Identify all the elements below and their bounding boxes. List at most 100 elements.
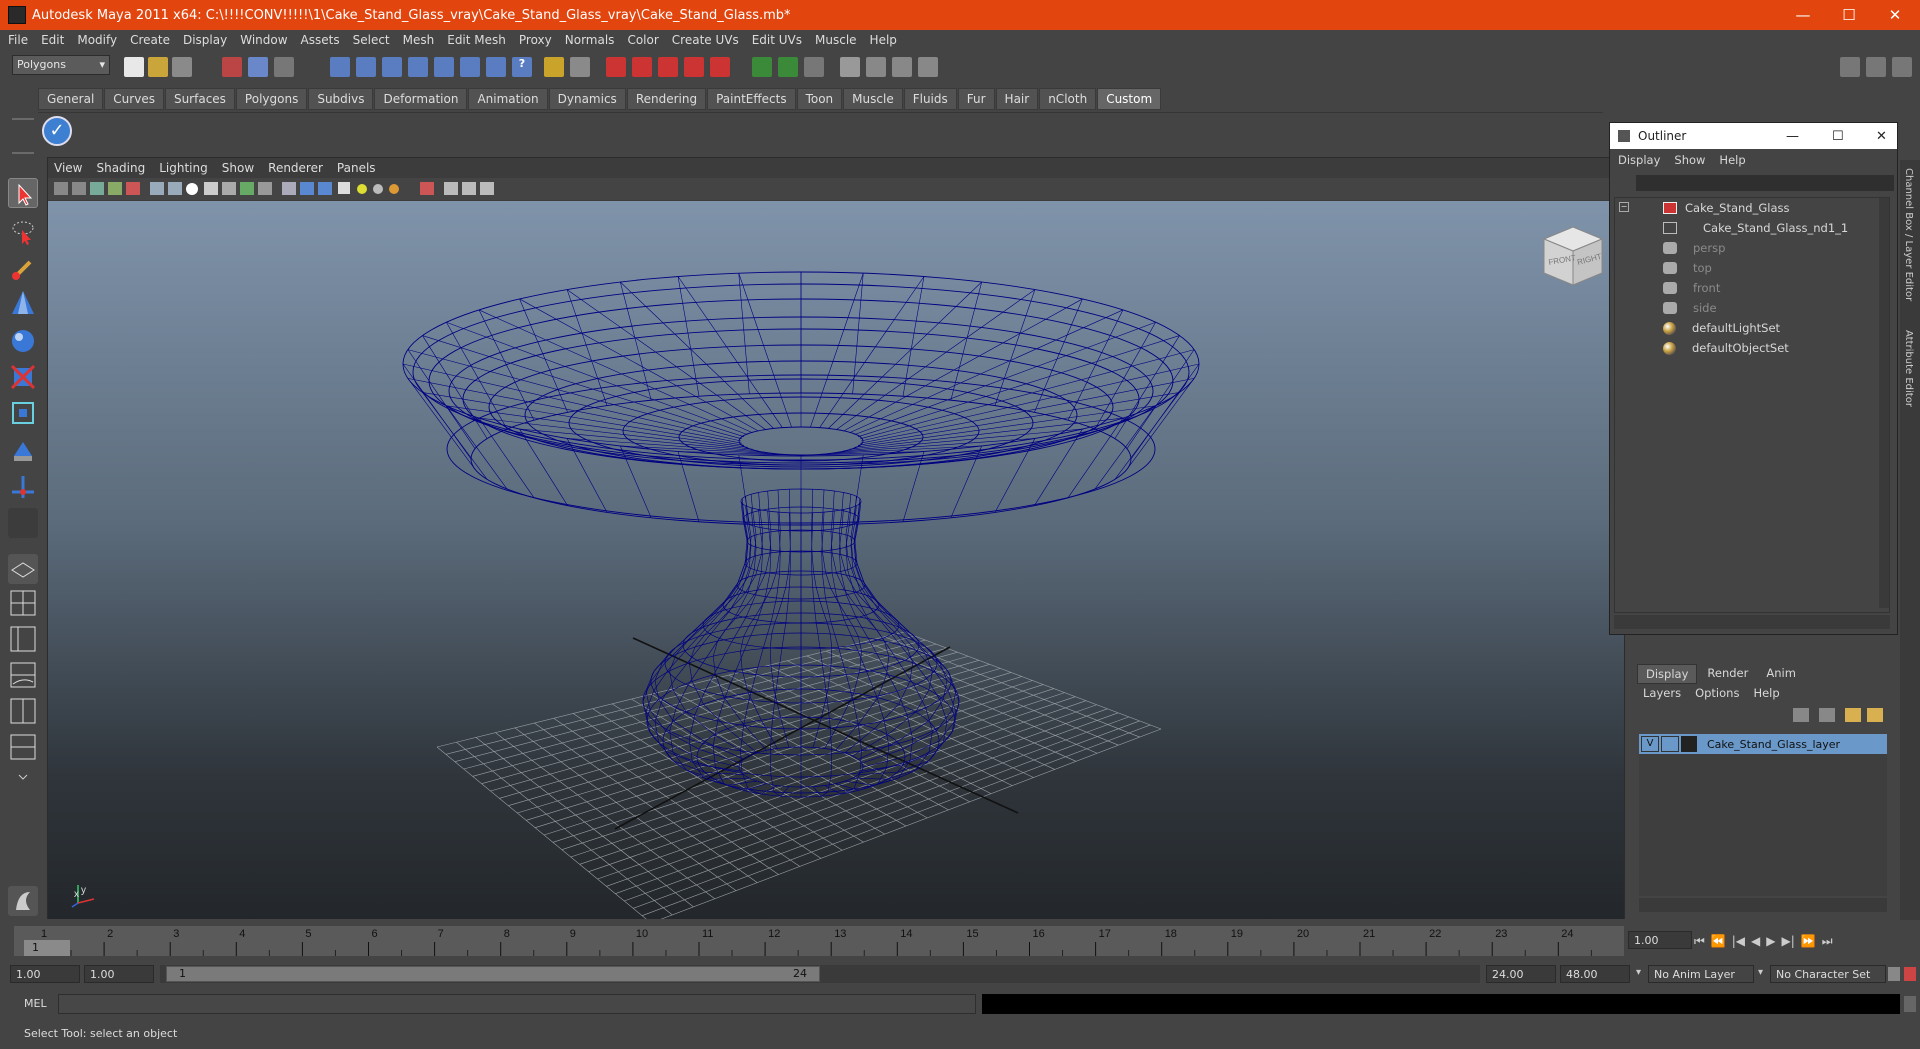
- textured-icon[interactable]: [222, 182, 236, 195]
- panel-menu-panels[interactable]: Panels: [337, 161, 376, 175]
- make-live-icon[interactable]: [434, 57, 454, 77]
- shelf-tab-painteffects[interactable]: PaintEffects: [707, 88, 796, 110]
- minimize-button[interactable]: —: [1780, 0, 1826, 30]
- grease-pencil-icon[interactable]: [126, 182, 140, 195]
- menu-file[interactable]: File: [8, 33, 28, 47]
- menu-edit-mesh[interactable]: Edit Mesh: [447, 33, 506, 47]
- menu-modify[interactable]: Modify: [77, 33, 117, 47]
- shelf-tab-polygons[interactable]: Polygons: [235, 88, 308, 110]
- select-tool-icon[interactable]: [8, 178, 38, 208]
- panel-menu-renderer[interactable]: Renderer: [268, 161, 323, 175]
- rendering-icon[interactable]: [710, 57, 730, 77]
- gate-mask-icon[interactable]: [462, 182, 476, 195]
- shelf-tab-ncloth[interactable]: nCloth: [1039, 88, 1097, 110]
- show-manipulator-icon[interactable]: [8, 472, 38, 502]
- menu-proxy[interactable]: Proxy: [519, 33, 552, 47]
- layer-tab-render[interactable]: Render: [1697, 664, 1758, 684]
- smooth-shading-icon[interactable]: [168, 182, 182, 195]
- shelf-menu-handle[interactable]: [12, 118, 34, 154]
- menu-muscle[interactable]: Muscle: [815, 33, 857, 47]
- shelf-tab-rendering[interactable]: Rendering: [626, 88, 707, 110]
- layer-tab-display[interactable]: Display: [1637, 664, 1698, 684]
- ik-handle-icon[interactable]: [606, 57, 626, 77]
- time-slider[interactable]: 1 2 3 4 5 6 7 8 9 10 11 12 13 14 15 16 17 18 19 20 21 22 23 24 …: [14, 926, 1624, 956]
- layer-menu-layers[interactable]: Layers: [1643, 686, 1681, 700]
- menu-color[interactable]: Color: [627, 33, 658, 47]
- show-channel-box-icon[interactable]: [1892, 57, 1912, 77]
- hypershade-layout-icon[interactable]: [8, 696, 38, 726]
- wireframe-shading-icon[interactable]: [150, 182, 164, 195]
- clapper-icon[interactable]: [892, 57, 912, 77]
- layer-tab-anim[interactable]: Anim: [1758, 664, 1804, 684]
- menu-edit-uvs[interactable]: Edit UVs: [752, 33, 802, 47]
- script-editor-icon[interactable]: [1904, 996, 1916, 1012]
- command-input[interactable]: [58, 994, 976, 1014]
- layer-menu-options[interactable]: Options: [1695, 686, 1739, 700]
- ipr-render-icon[interactable]: [804, 57, 824, 77]
- shelf-tab-dynamics[interactable]: Dynamics: [548, 88, 626, 110]
- playback-end-field[interactable]: 24.00: [1486, 965, 1556, 983]
- outliner-item-front[interactable]: front: [1663, 278, 1720, 298]
- lasso-tool-icon[interactable]: [8, 216, 38, 246]
- image-plane-icon[interactable]: [90, 182, 104, 195]
- outliner-filter-field[interactable]: [1636, 175, 1894, 191]
- grey-light-icon[interactable]: [373, 184, 383, 194]
- current-time-field[interactable]: 1.00: [1628, 931, 1692, 949]
- quick-layout-icon[interactable]: [8, 886, 38, 916]
- character-set-dropdown[interactable]: No Character Set: [1770, 965, 1886, 983]
- layer-horizontal-scrollbar[interactable]: [1639, 898, 1887, 912]
- shelf-tab-fluids[interactable]: Fluids: [903, 88, 957, 110]
- snap-view-plane-icon[interactable]: [408, 57, 428, 77]
- shelf-tab-curves[interactable]: Curves: [104, 88, 164, 110]
- attribute-editor-side-tab[interactable]: Attribute Editor: [1903, 330, 1914, 407]
- camera-bookmark-icon[interactable]: [72, 182, 86, 195]
- snap-curve-icon[interactable]: [356, 57, 376, 77]
- select-hierarchy-icon[interactable]: [222, 57, 242, 77]
- move-tool-icon[interactable]: [8, 288, 38, 318]
- camera-settings-icon[interactable]: [918, 57, 938, 77]
- select-component-icon[interactable]: [274, 57, 294, 77]
- chevron-down-icon[interactable]: ▾: [1636, 967, 1641, 978]
- select-object-icon[interactable]: [248, 57, 268, 77]
- new-layer-icon[interactable]: [1845, 708, 1861, 722]
- shadows-icon[interactable]: [258, 182, 272, 195]
- more-layouts-chevron-icon[interactable]: [8, 768, 38, 786]
- paint-select-tool-icon[interactable]: [8, 254, 38, 284]
- play-forwards-icon[interactable]: ▶: [1766, 934, 1775, 948]
- backface-culling-icon[interactable]: [318, 182, 332, 195]
- outliner-menu-show[interactable]: Show: [1674, 153, 1705, 167]
- play-backwards-icon[interactable]: ◀: [1751, 934, 1760, 948]
- soft-modification-icon[interactable]: [8, 436, 38, 466]
- rotate-tool-icon[interactable]: [8, 326, 38, 356]
- outliner-item-side[interactable]: side: [1663, 298, 1717, 318]
- menu-display[interactable]: Display: [183, 33, 227, 47]
- menu-normals[interactable]: Normals: [565, 33, 615, 47]
- collapse-toggle-icon[interactable]: −: [1619, 202, 1629, 212]
- use-all-lights-icon[interactable]: [240, 182, 254, 195]
- lock-icon[interactable]: [544, 57, 564, 77]
- cake-stand-wireframe[interactable]: [402, 271, 1200, 798]
- outliner-close-button[interactable]: ✕: [1876, 129, 1887, 144]
- shelf-tab-fur[interactable]: Fur: [957, 88, 995, 110]
- menu-window[interactable]: Window: [240, 33, 287, 47]
- animation-end-field[interactable]: 48.00: [1560, 965, 1630, 983]
- menu-select[interactable]: Select: [353, 33, 390, 47]
- panel-menu-shading[interactable]: Shading: [96, 161, 145, 175]
- outliner-menu-help[interactable]: Help: [1719, 153, 1745, 167]
- persp-outliner-layout-icon[interactable]: [8, 624, 38, 654]
- orange-light-icon[interactable]: [389, 184, 399, 194]
- resolution-gate-icon[interactable]: [444, 182, 458, 195]
- shelf-tab-toon[interactable]: Toon: [796, 88, 843, 110]
- step-forward-frame-icon[interactable]: ⏩: [1801, 934, 1816, 948]
- shelf-tab-hair[interactable]: Hair: [995, 88, 1039, 110]
- yellow-light-icon[interactable]: [357, 184, 367, 194]
- menu-edit[interactable]: Edit: [41, 33, 64, 47]
- animation-preferences-icon[interactable]: [1904, 967, 1916, 981]
- chevron-down-icon[interactable]: ▾: [1758, 967, 1763, 978]
- four-view-layout-icon[interactable]: [8, 588, 38, 618]
- step-back-key-icon[interactable]: |◀: [1732, 934, 1745, 948]
- shelf-tab-animation[interactable]: Animation: [468, 88, 548, 110]
- menu-help[interactable]: Help: [870, 33, 897, 47]
- scale-tool-icon[interactable]: [8, 362, 38, 392]
- render-settings-icon[interactable]: [840, 57, 860, 77]
